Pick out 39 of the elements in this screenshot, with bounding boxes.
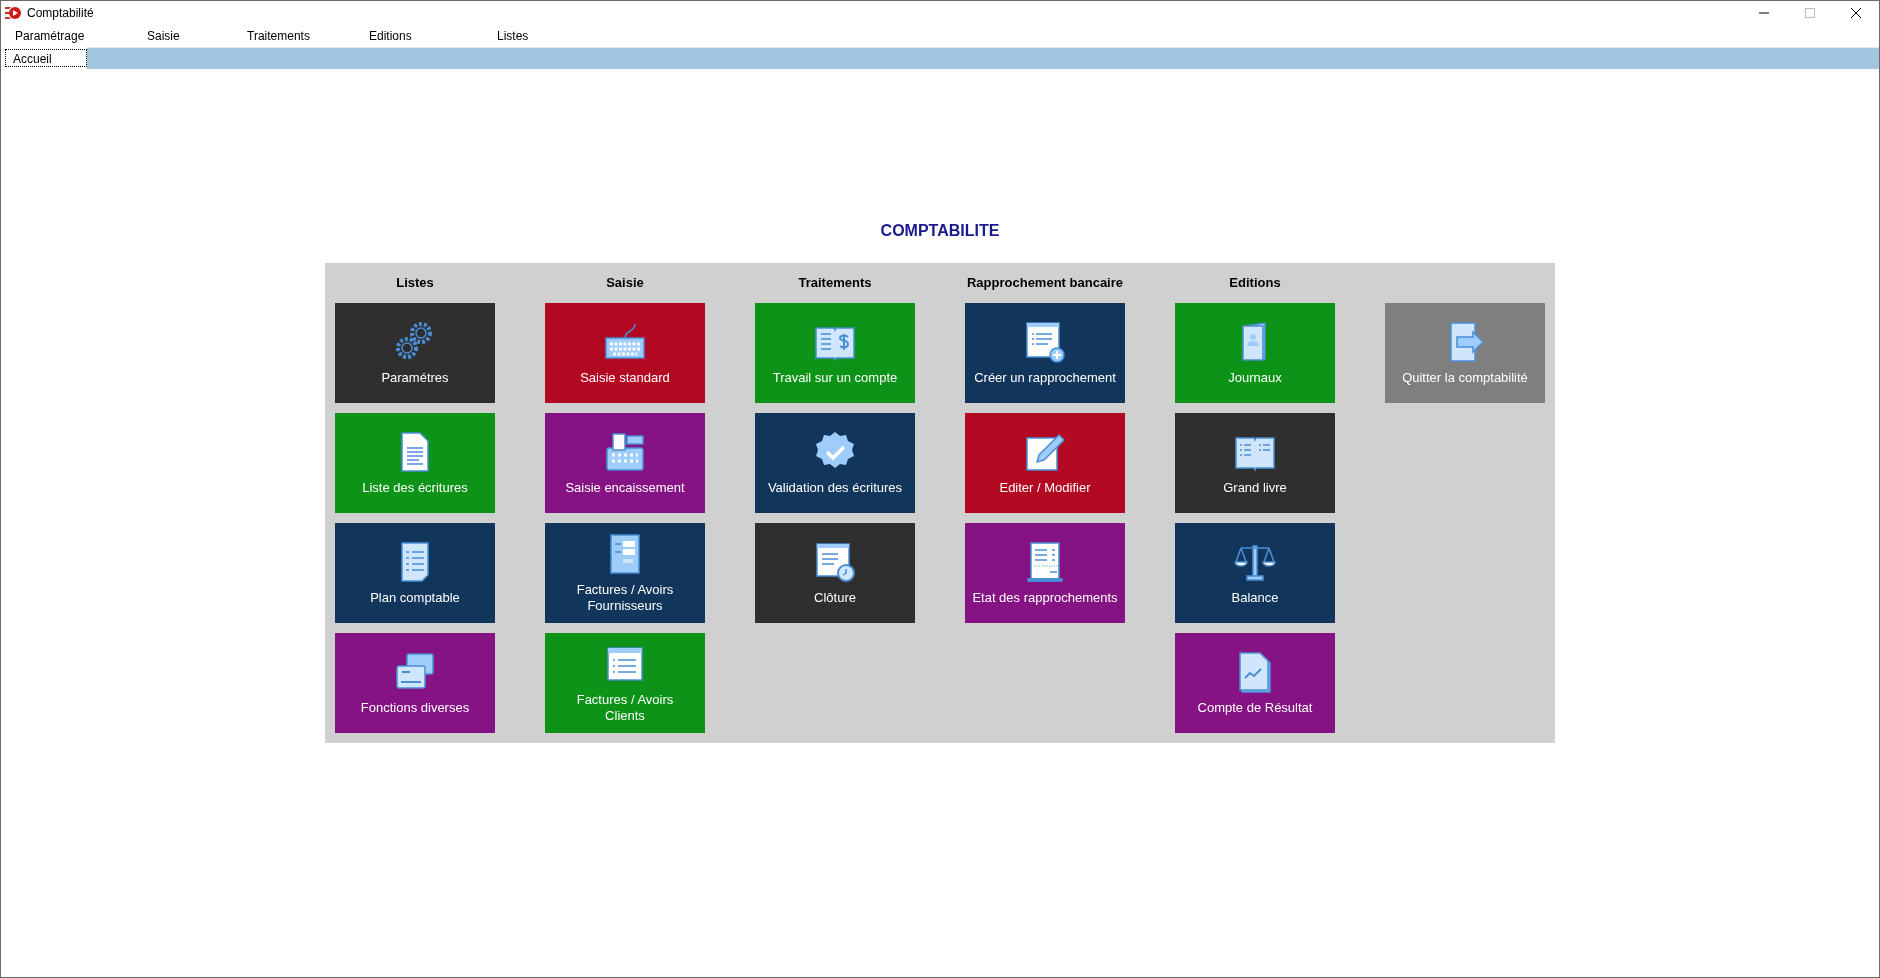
menu-item[interactable]: Traitements — [241, 27, 363, 45]
menu-tile[interactable]: Créer un rapprochement — [965, 303, 1125, 403]
tab[interactable]: Accueil — [5, 49, 87, 67]
menu-item[interactable]: Saisie — [141, 27, 241, 45]
menu-tile[interactable]: Saisie encaissement — [545, 413, 705, 513]
column-header: Editions — [1229, 274, 1281, 292]
menu-tile[interactable]: Journaux — [1175, 303, 1335, 403]
menu-item[interactable]: Listes — [491, 27, 591, 45]
menu-tile[interactable]: Factures / Avoirs Fournisseurs — [545, 523, 705, 623]
menu-tile[interactable]: Compte de Résultat — [1175, 633, 1335, 733]
menu-tile[interactable]: Fonctions diverses — [335, 633, 495, 733]
menu-tile[interactable]: Factures / Avoirs Clients — [545, 633, 705, 733]
close-icon — [1851, 8, 1861, 18]
menu-tile[interactable]: Validation des écritures — [755, 413, 915, 513]
menu-tile[interactable]: Paramétres — [335, 303, 495, 403]
app-logo-icon — [5, 5, 21, 21]
menu-tile[interactable]: Clôture — [755, 523, 915, 623]
column-header: Rapprochement bancaire — [966, 274, 1123, 292]
calendar-clock-icon — [813, 540, 857, 584]
window-title: Comptabilité — [27, 5, 94, 22]
menu-item[interactable]: Paramétrage — [9, 27, 141, 45]
page-heading: COMPTABILITE — [880, 221, 1000, 241]
cash-register-icon — [603, 430, 647, 474]
maximize-icon — [1805, 8, 1815, 18]
menu-tile[interactable]: Editer / Modifier — [965, 413, 1125, 513]
column-header: Traitements — [798, 274, 872, 292]
menu-tile[interactable]: Balance — [1175, 523, 1335, 623]
column-header: Saisie — [606, 274, 644, 292]
menu-tile[interactable]: Quitter la comptabilité — [1385, 303, 1545, 403]
add-page-icon — [1023, 320, 1067, 364]
menu-tile[interactable]: Grand livre — [1175, 413, 1335, 513]
menu-item[interactable]: Editions — [363, 27, 491, 45]
menu-tile[interactable]: Etat des rapprochements — [965, 523, 1125, 623]
minimize-icon — [1759, 12, 1769, 14]
menu-tile[interactable]: Liste des écritures — [335, 413, 495, 513]
column-header: Listes — [396, 274, 434, 292]
menu-tile[interactable]: Plan comptable — [335, 523, 495, 623]
menu-tile[interactable]: Saisie standard — [545, 303, 705, 403]
menu-tile[interactable]: Travail sur un compte — [755, 303, 915, 403]
